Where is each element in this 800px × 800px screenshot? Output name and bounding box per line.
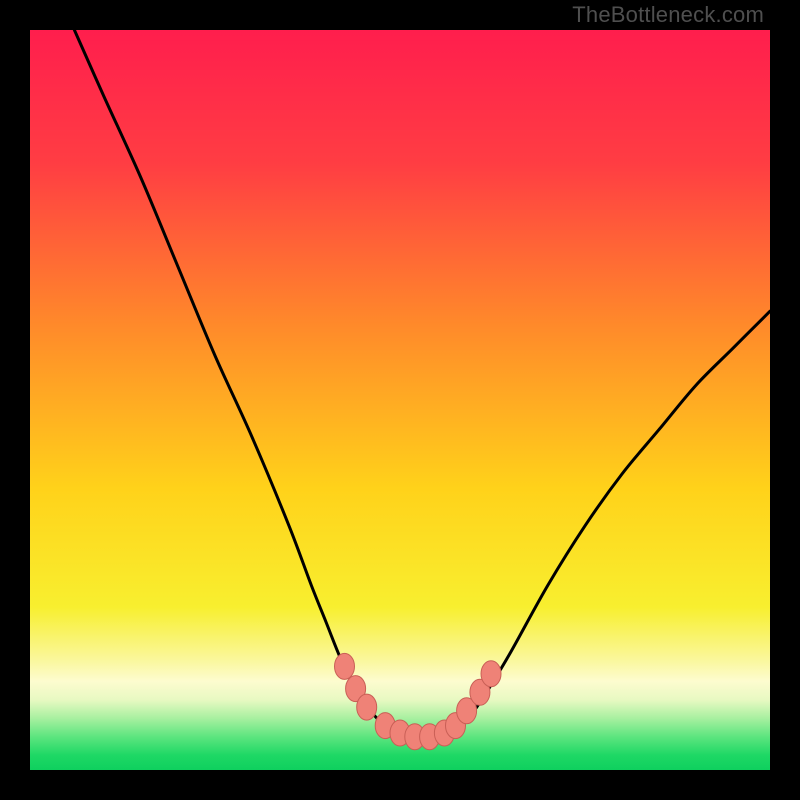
- marker-point: [481, 661, 501, 687]
- watermark-text: TheBottleneck.com: [572, 2, 764, 28]
- highlight-markers: [335, 653, 502, 749]
- plot-area: [30, 30, 770, 770]
- bottleneck-curve: [74, 30, 770, 737]
- marker-point: [357, 694, 377, 720]
- chart-frame: TheBottleneck.com: [0, 0, 800, 800]
- chart-svg: [30, 30, 770, 770]
- marker-point: [335, 653, 355, 679]
